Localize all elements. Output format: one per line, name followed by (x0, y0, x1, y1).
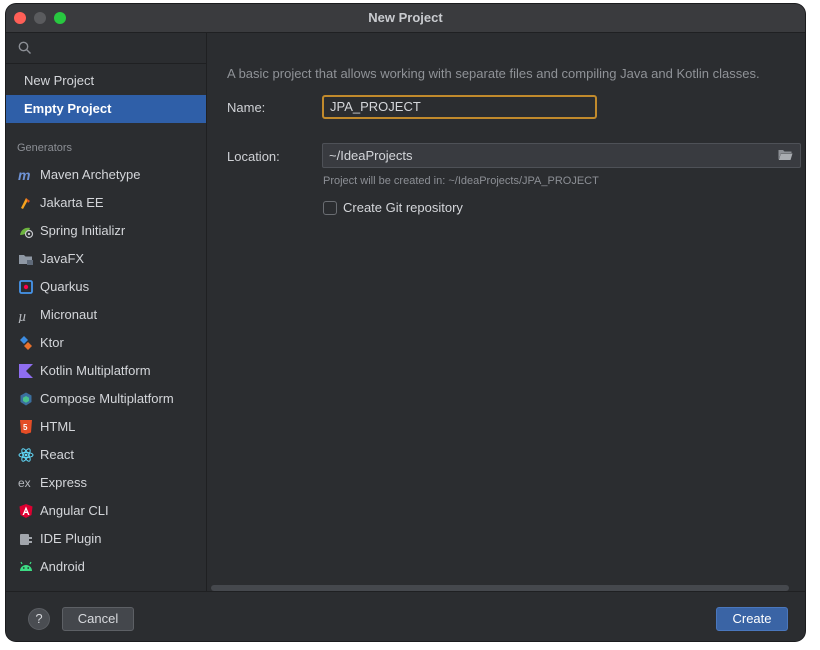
jakarta-icon (21, 198, 30, 209)
generator-maven-archetype[interactable]: m Maven Archetype (6, 161, 206, 189)
react-icon (18, 448, 34, 462)
sidebar-item-label: Empty Project (24, 101, 112, 116)
search-icon (18, 41, 31, 54)
create-git-repo-label[interactable]: Create Git repository (343, 200, 463, 215)
generator-label: Micronaut (40, 307, 98, 322)
generator-ktor[interactable]: Ktor (6, 329, 206, 357)
generator-label: HTML (40, 419, 76, 434)
generator-label: JavaFX (40, 251, 85, 266)
generator-label: Kotlin Multiplatform (40, 363, 151, 378)
dialog-footer: ? Cancel Create (6, 591, 805, 641)
generator-jakarta-ee[interactable]: Jakarta EE (6, 189, 206, 217)
generator-quarkus[interactable]: Quarkus (6, 273, 206, 301)
plugin-icon (20, 534, 32, 545)
generator-ide-plugin[interactable]: IDE Plugin (6, 525, 206, 553)
generator-compose-multiplatform[interactable]: Compose Multiplatform (6, 385, 206, 413)
svg-text:µ: µ (18, 309, 27, 323)
location-label: Location: (227, 149, 280, 164)
folder-icon[interactable] (778, 149, 793, 161)
sidebar-item-new-project[interactable]: New Project (6, 67, 206, 95)
project-description: A basic project that allows working with… (227, 66, 760, 81)
help-button[interactable]: ? (28, 608, 50, 630)
generator-label: Android (40, 559, 85, 574)
search-input[interactable] (36, 37, 200, 61)
ktor-icon (20, 336, 32, 350)
new-project-dialog: New Project New Project Empty Project Ge… (6, 4, 805, 641)
html5-icon: 5 (20, 420, 32, 434)
kotlin-icon (19, 364, 33, 378)
generator-javafx[interactable]: JavaFX (6, 245, 206, 273)
generator-label: Jakarta EE (40, 195, 104, 210)
title-bar: New Project (6, 4, 805, 33)
generator-label: Angular CLI (40, 503, 109, 518)
angular-icon (19, 504, 33, 518)
create-button[interactable]: Create (716, 607, 788, 631)
generator-spring-initializr[interactable]: Spring Initializr (6, 217, 206, 245)
svg-text:m: m (18, 167, 30, 183)
location-field[interactable]: ~/IdeaProjects (322, 143, 801, 168)
generator-angular-cli[interactable]: Angular CLI (6, 497, 206, 525)
generator-label: Quarkus (40, 279, 90, 294)
javafx-icon (19, 255, 33, 265)
location-hint: Project will be created in: ~/IdeaProjec… (323, 175, 599, 187)
generator-micronaut[interactable]: µ Micronaut (6, 301, 206, 329)
generator-label: Maven Archetype (40, 167, 141, 182)
generator-android[interactable]: Android (6, 553, 206, 581)
generator-label: Ktor (40, 335, 64, 350)
search-bar (6, 33, 206, 64)
sidebar-item-empty-project[interactable]: Empty Project (6, 95, 206, 123)
generator-label: React (40, 447, 74, 462)
generator-express[interactable]: ex Express (6, 469, 206, 497)
create-git-repo-checkbox[interactable] (323, 201, 337, 215)
cancel-button[interactable]: Cancel (62, 607, 134, 631)
generator-label: Compose Multiplatform (40, 391, 174, 406)
generators-list: m Maven Archetype Jakarta EE Spring Init… (6, 161, 206, 581)
generator-react[interactable]: React (6, 441, 206, 469)
generator-label: Spring Initializr (40, 223, 126, 238)
compose-icon (20, 392, 32, 406)
spring-icon (20, 227, 34, 239)
generator-label: IDE Plugin (40, 531, 102, 546)
quarkus-icon (19, 280, 33, 294)
maven-icon: m (18, 167, 30, 183)
generators-section-title: Generators (17, 142, 73, 154)
project-name-field[interactable]: JPA_PROJECT (322, 95, 597, 119)
main-panel: A basic project that allows working with… (207, 33, 805, 591)
window-title: New Project (368, 10, 443, 25)
name-label: Name: (227, 100, 266, 115)
micronaut-icon: µ (18, 309, 27, 323)
generator-html[interactable]: 5 HTML (6, 413, 206, 441)
android-icon (20, 561, 32, 571)
generator-kotlin-multiplatform[interactable]: Kotlin Multiplatform (6, 357, 206, 385)
sidebar: New Project Empty Project Generators m M… (6, 33, 207, 591)
sidebar-item-label: New Project (24, 73, 95, 88)
svg-text:ex: ex (18, 476, 31, 490)
generator-label: Express (40, 475, 87, 490)
svg-text:5: 5 (23, 423, 28, 432)
express-icon: ex (18, 476, 31, 490)
